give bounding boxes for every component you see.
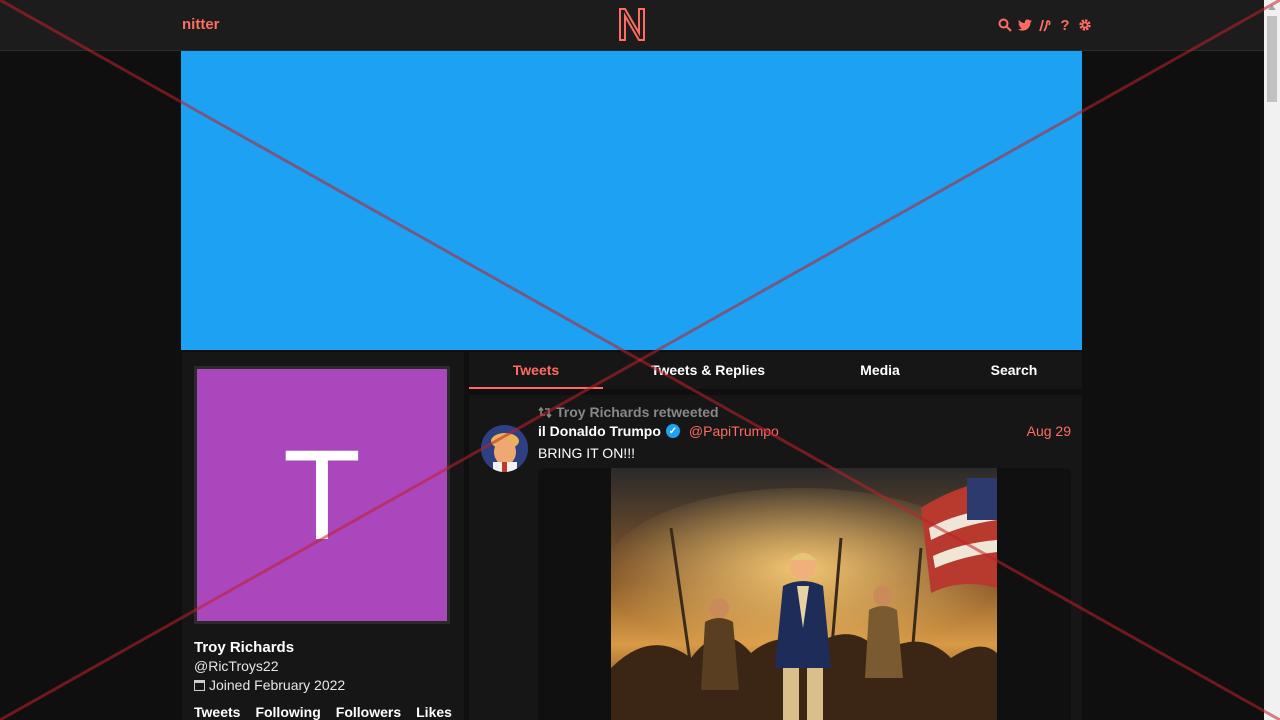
retweet-text[interactable]: Troy Richards retweeted xyxy=(556,404,719,420)
timeline-tabs: Tweets Tweets & Replies Media Search xyxy=(469,352,1082,389)
tweet-text: BRING IT ON!!! xyxy=(538,445,635,461)
retweet-icon xyxy=(538,406,552,418)
top-navbar: nitter ? xyxy=(0,0,1264,51)
verified-badge-icon: ✓ xyxy=(665,424,680,438)
rss-icon[interactable] xyxy=(1038,17,1052,33)
page-scrollbar[interactable] xyxy=(1264,0,1280,720)
stat-followers[interactable]: Followers xyxy=(336,704,401,720)
tweet-media[interactable] xyxy=(538,468,1071,720)
gear-icon[interactable] xyxy=(1078,17,1092,33)
scroll-up-arrow-icon[interactable] xyxy=(1268,5,1276,10)
nitter-home-link[interactable]: nitter xyxy=(182,16,220,33)
nitter-logo-icon[interactable] xyxy=(617,7,647,41)
nav-icon-group: ? xyxy=(998,15,1092,35)
profile-card: T Troy Richards @RicTroys22 Joined Febru… xyxy=(182,352,464,720)
profile-avatar[interactable]: T xyxy=(194,366,450,624)
calendar-icon xyxy=(194,679,205,691)
profile-joined: Joined February 2022 xyxy=(194,677,345,693)
search-icon[interactable] xyxy=(998,17,1012,33)
tweet-author-name[interactable]: il Donaldo Trumpo xyxy=(538,423,661,439)
help-icon[interactable]: ? xyxy=(1058,17,1072,34)
tab-tweets-replies[interactable]: Tweets & Replies xyxy=(617,352,799,389)
tab-search[interactable]: Search xyxy=(969,352,1059,389)
tweet-image[interactable] xyxy=(611,468,997,720)
stat-likes[interactable]: Likes xyxy=(416,704,452,720)
profile-banner[interactable] xyxy=(181,51,1082,350)
tweet-author-avatar[interactable] xyxy=(481,425,528,472)
retweet-header: Troy Richards retweeted xyxy=(538,404,719,420)
stat-tweets[interactable]: Tweets xyxy=(194,704,240,720)
twitter-icon[interactable] xyxy=(1018,17,1032,33)
tab-tweets[interactable]: Tweets xyxy=(469,352,603,389)
profile-name[interactable]: Troy Richards xyxy=(194,639,294,656)
tweet-author: il Donaldo Trumpo ✓ @PapiTrumpo xyxy=(538,423,779,439)
profile-handle[interactable]: @RicTroys22 xyxy=(194,658,279,674)
tab-media[interactable]: Media xyxy=(839,352,921,389)
tweet-date[interactable]: Aug 29 xyxy=(1027,423,1071,439)
joined-date-text: Joined February 2022 xyxy=(209,677,346,693)
scrollbar-thumb[interactable] xyxy=(1267,16,1277,102)
profile-stats: Tweets Following Followers Likes xyxy=(194,704,452,720)
tweet-author-handle[interactable]: @PapiTrumpo xyxy=(689,423,779,439)
stat-following[interactable]: Following xyxy=(255,704,320,720)
timeline: Troy Richards retweeted il Donaldo Trump… xyxy=(469,395,1082,720)
